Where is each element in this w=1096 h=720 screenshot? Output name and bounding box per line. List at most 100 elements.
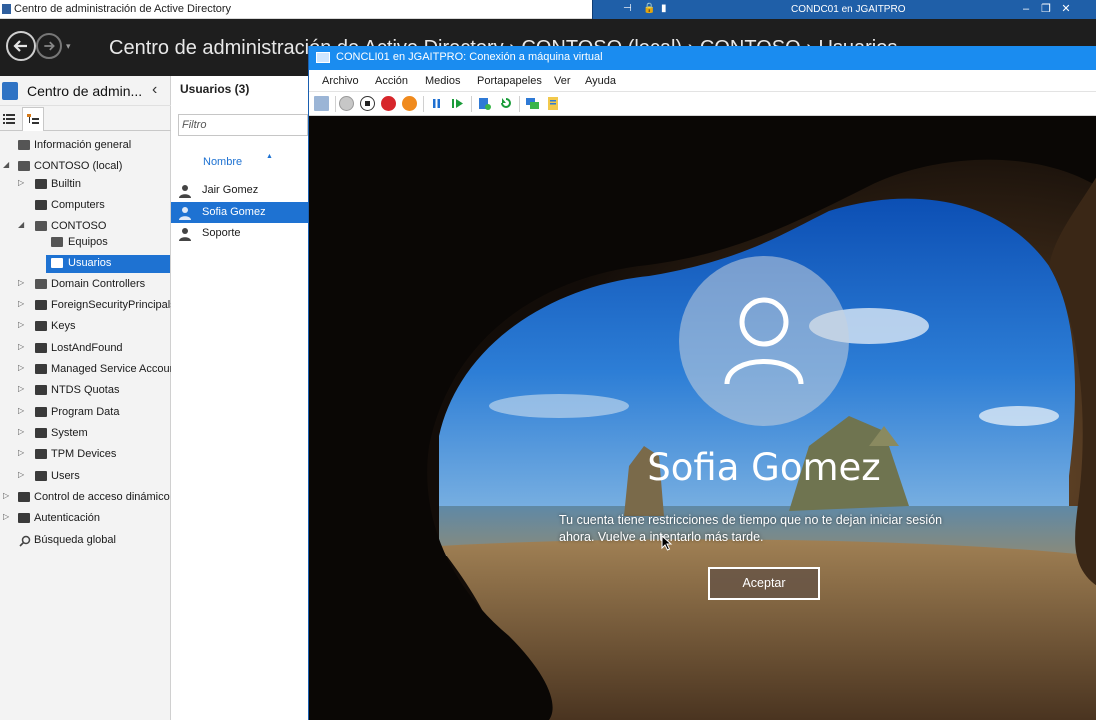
collapse-nav-icon[interactable]: ‹ (152, 81, 157, 99)
collapsed-arrow-icon[interactable]: ▷ (18, 448, 26, 457)
collapsed-arrow-icon[interactable]: ▷ (18, 363, 26, 372)
nav-item-keys[interactable]: ▷ Keys (0, 318, 171, 336)
login-user-name: Sofia Gomez (647, 446, 881, 489)
power-icon[interactable] (402, 96, 417, 111)
back-button[interactable] (6, 31, 36, 61)
collapsed-arrow-icon[interactable]: ▷ (3, 491, 11, 500)
nav-item-program-data[interactable]: ▷ Program Data (0, 404, 171, 422)
folder-icon (35, 179, 47, 189)
start-icon[interactable] (339, 96, 354, 111)
expanded-arrow-icon[interactable]: ◢ (18, 220, 26, 229)
pin-icon[interactable]: ⊣ (623, 3, 633, 15)
forward-button[interactable] (36, 33, 62, 59)
list-view-tab[interactable] (0, 107, 22, 131)
user-avatar (679, 256, 849, 426)
nav-item-foreign-security-principals[interactable]: ▷ ForeignSecurityPrincipals (0, 297, 176, 315)
ou-icon (35, 279, 47, 289)
menu-ayuda[interactable]: Ayuda (585, 75, 616, 87)
minimize-icon[interactable]: ‒ (1019, 2, 1033, 16)
overview-icon (18, 140, 30, 150)
nav-item-system[interactable]: ▷ System (0, 425, 171, 443)
shutdown-icon[interactable] (381, 96, 396, 111)
folder-icon (35, 300, 47, 310)
nav-item-users[interactable]: ▷ Users (0, 468, 171, 486)
resume-icon[interactable] (450, 96, 465, 111)
adac-icon (2, 82, 18, 100)
collapsed-arrow-icon[interactable]: ▷ (18, 406, 26, 415)
collapsed-arrow-icon[interactable]: ▷ (18, 299, 26, 308)
collapsed-arrow-icon[interactable]: ▷ (18, 384, 26, 393)
remote-session-title: CONDC01 en JGAITPRO (791, 4, 906, 15)
nav-item-overview[interactable]: Información general (0, 137, 171, 155)
nav-title: Centro de admin... (27, 83, 143, 99)
collapsed-arrow-icon[interactable]: ▷ (18, 470, 26, 479)
nav-item-global-search[interactable]: Búsqueda global (0, 532, 171, 550)
collapsed-arrow-icon[interactable]: ▷ (18, 178, 26, 187)
vm-title-bar: CONCLI01 en JGAITPRO: Conexión a máquina… (309, 46, 1096, 70)
menu-archivo[interactable]: Archivo (322, 75, 359, 87)
nav-item-tpm-devices[interactable]: ▷ TPM Devices (0, 446, 171, 464)
pause-icon[interactable] (429, 96, 444, 111)
close-icon[interactable]: ✕ (1059, 2, 1073, 16)
nav-item-ntds-quotas[interactable]: ▷ NTDS Quotas (0, 382, 171, 400)
nav-item-usuarios[interactable]: Usuarios (46, 255, 170, 273)
checkpoint-icon[interactable] (477, 96, 492, 111)
folder-icon (35, 321, 47, 331)
turn-off-icon[interactable] (360, 96, 375, 111)
remote-session-bar: ⊣ 🔒 ▮ CONDC01 en JGAITPRO ‒ ❐ ✕ (592, 0, 1096, 19)
collapsed-arrow-icon[interactable]: ▷ (18, 427, 26, 436)
nav-item-contoso-local[interactable]: ◢ CONTOSO (local) (0, 158, 171, 176)
nav-item-builtin[interactable]: ▷ Builtin (0, 176, 171, 194)
filter-input[interactable]: Filtro (178, 114, 308, 136)
vm-screen[interactable]: Sofia Gomez Tu cuenta tiene restriccione… (309, 116, 1096, 720)
user-icon (179, 185, 191, 198)
nav-item-managed-service-accounts[interactable]: ▷ Managed Service Accoun (0, 361, 171, 379)
mouse-cursor-icon (661, 535, 673, 551)
domain-icon (18, 161, 30, 171)
nav-item-lost-and-found[interactable]: ▷ LostAndFound (0, 340, 171, 358)
forward-arrow-icon (44, 41, 55, 51)
enhanced-session-icon[interactable] (525, 96, 540, 111)
folder-icon (18, 513, 30, 523)
vm-icon (316, 52, 330, 63)
collapsed-arrow-icon[interactable]: ▷ (18, 342, 26, 351)
collapsed-arrow-icon[interactable]: ▷ (3, 512, 11, 521)
nav-item-authentication[interactable]: ▷ Autenticación (0, 510, 171, 528)
collapsed-arrow-icon[interactable]: ▷ (18, 278, 26, 287)
cave-wallpaper (309, 116, 1096, 720)
user-row[interactable]: Jair Gomez (171, 180, 308, 201)
column-header-name[interactable]: ▲ Nombre (171, 151, 308, 173)
ou-icon (35, 221, 47, 231)
restore-icon[interactable]: ❐ (1039, 2, 1053, 16)
signal-icon: ▮ (661, 3, 667, 14)
list-icon (3, 114, 15, 124)
menu-portapapeles[interactable]: Portapapeles (477, 75, 542, 87)
ou-icon (51, 258, 63, 268)
folder-icon (35, 364, 47, 374)
folder-icon (35, 200, 47, 210)
accept-button[interactable]: Aceptar (708, 567, 820, 600)
menu-ver[interactable]: Ver (554, 75, 571, 87)
user-row-selected[interactable]: Sofia Gomez (171, 202, 308, 223)
ctrl-alt-del-icon[interactable] (314, 96, 329, 111)
history-dropdown-icon[interactable]: ▾ (66, 41, 71, 52)
collapsed-arrow-icon[interactable]: ▷ (18, 320, 26, 329)
user-icon (179, 228, 191, 241)
back-arrow-icon (13, 40, 27, 52)
nav-item-computers[interactable]: Computers (0, 197, 171, 215)
nav-item-dynamic-access-control[interactable]: ▷ Control de acceso dinámico (0, 489, 171, 507)
revert-icon[interactable] (498, 96, 513, 111)
ou-icon (51, 237, 63, 247)
user-icon (179, 207, 191, 220)
folder-icon (35, 471, 47, 481)
app-icon (2, 4, 11, 14)
user-row[interactable]: Soporte (171, 223, 308, 244)
nav-item-domain-controllers[interactable]: ▷ Domain Controllers (0, 276, 171, 294)
menu-accion[interactable]: Acción (375, 75, 408, 87)
menu-medios[interactable]: Medios (425, 75, 460, 87)
share-icon[interactable] (546, 96, 561, 111)
lock-icon: 🔒 (643, 3, 656, 14)
tree-view-tab[interactable] (22, 107, 44, 131)
nav-item-equipos[interactable]: Equipos (0, 234, 171, 252)
expanded-arrow-icon[interactable]: ◢ (3, 160, 11, 169)
